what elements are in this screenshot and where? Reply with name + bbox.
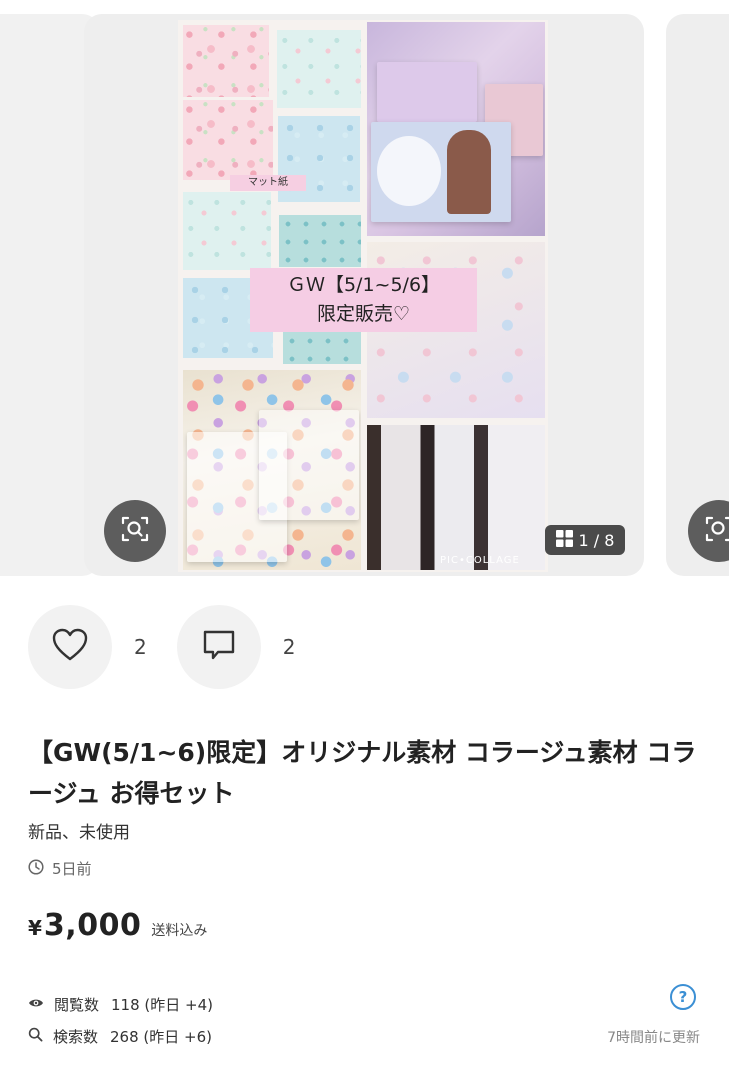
photo-rose-stickers xyxy=(183,370,361,570)
lace-circle xyxy=(377,136,441,206)
eye-icon xyxy=(28,995,44,1013)
comment-icon xyxy=(202,628,236,666)
doll-figure xyxy=(447,130,491,214)
image-search-icon xyxy=(120,514,150,548)
card-lace xyxy=(371,122,511,222)
price-value: 3,000 xyxy=(43,908,142,943)
price-row: ¥ 3,000 送料込み xyxy=(28,908,207,943)
views-value: 118 (昨日 +4) xyxy=(111,995,213,1014)
shipping-note: 送料込み xyxy=(151,923,208,939)
collage-watermark: PIC•COLLAGE xyxy=(440,555,520,566)
grid-icon xyxy=(555,529,573,551)
promo-line-1: ＧＷ【5/1~5/6】 xyxy=(286,274,441,296)
clock-icon xyxy=(28,858,44,879)
image-search-icon xyxy=(704,514,729,548)
like-button[interactable] xyxy=(28,605,112,689)
heart-icon xyxy=(52,628,88,666)
comment-button[interactable] xyxy=(176,605,261,689)
like-count: 2 xyxy=(134,635,147,659)
paper-sample-peony xyxy=(183,100,273,180)
image-search-button[interactable] xyxy=(104,500,166,562)
image-counter[interactable]: 1 / 8 xyxy=(545,525,625,555)
promo-line-2: 限定販売♡ xyxy=(316,303,411,325)
sticker-sheet-2 xyxy=(259,410,359,520)
posted-time: 5日前 xyxy=(28,858,92,879)
stats-updated-time: 7時間前に更新 xyxy=(607,1030,700,1046)
image-carousel[interactable]: マット紙 ＧＷ【5/1~5/6】 限定販売♡ PIC•COLLAGE 1 / 8 xyxy=(0,0,729,590)
currency-symbol: ¥ xyxy=(28,916,42,940)
paper-sample-teal xyxy=(279,215,361,267)
posted-time-text: 5日前 xyxy=(52,860,92,878)
photo-portrait-cards xyxy=(367,425,545,570)
promo-banner: ＧＷ【5/1~5/6】 限定販売♡ xyxy=(250,268,477,332)
image-counter-text: 1 / 8 xyxy=(578,530,615,550)
paper-sample-mint xyxy=(277,30,361,108)
item-actions: 2 2 xyxy=(28,605,325,689)
views-label: 閲覧数 xyxy=(54,995,100,1014)
stats-help-button[interactable]: ? xyxy=(670,984,696,1010)
views-stat: 閲覧数 118 (昨日 +4) xyxy=(28,988,700,1020)
next-slide-edge[interactable] xyxy=(666,14,729,576)
item-detail-page: マット紙 ＧＷ【5/1~5/6】 限定販売♡ PIC•COLLAGE 1 / 8… xyxy=(0,0,729,1080)
matte-paper-label: マット紙 xyxy=(230,175,306,191)
search-icon xyxy=(28,1027,43,1046)
comment-count: 2 xyxy=(282,635,296,659)
searches-value: 268 (昨日 +6) xyxy=(110,1027,212,1046)
paper-sample-teal-2 xyxy=(283,332,361,364)
paper-sample-aqua xyxy=(183,192,271,270)
item-condition: 新品、未使用 xyxy=(28,823,130,843)
card-purple xyxy=(377,62,477,122)
photo-doll-cards xyxy=(367,22,545,236)
searches-label: 検索数 xyxy=(53,1027,99,1046)
paper-sample-rose xyxy=(183,25,269,97)
item-title: 【GW(5/1~6)限定】オリジナル素材 コラージュ素材 コラージュ お得セット xyxy=(28,738,697,808)
help-icon: ? xyxy=(678,988,688,1006)
